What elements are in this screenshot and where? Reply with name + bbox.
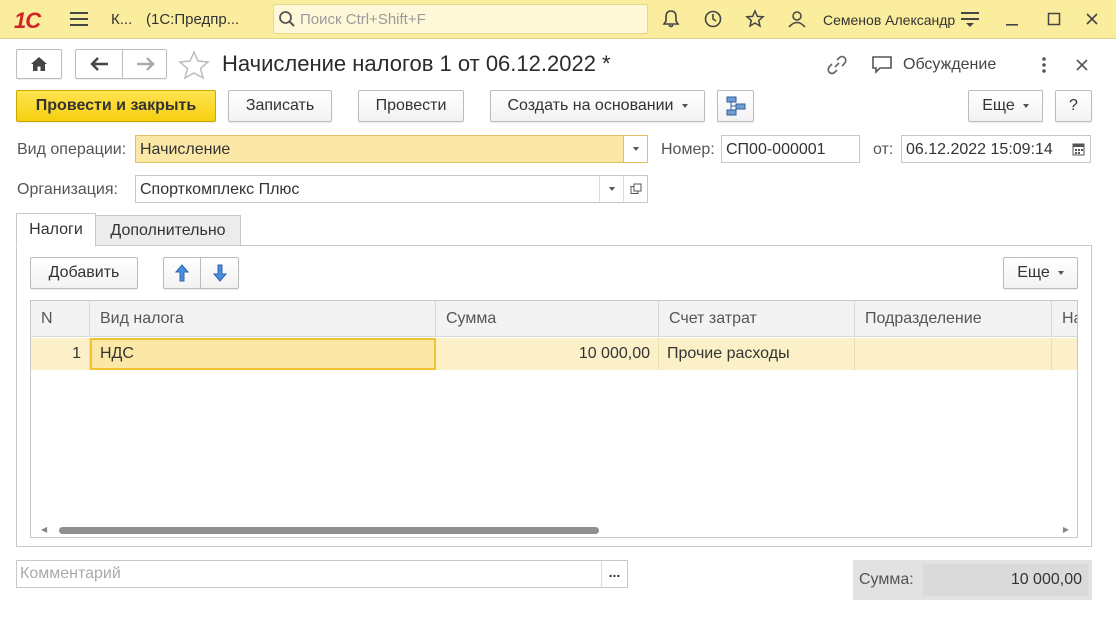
history-icon[interactable] — [701, 7, 725, 31]
scroll-right-icon[interactable]: ▶ — [1063, 525, 1069, 534]
cell-next[interactable] — [1052, 338, 1077, 370]
organization-label: Организация: — [17, 181, 118, 198]
scroll-left-icon[interactable]: ◀ — [41, 525, 47, 534]
close-form-icon[interactable] — [1076, 58, 1088, 76]
arrow-right-icon — [136, 57, 155, 71]
search-icon — [279, 11, 295, 27]
discussion-link[interactable]: Обсуждение — [903, 56, 996, 74]
column-header-account[interactable]: Счет затрат — [659, 301, 855, 337]
search-input[interactable]: Поиск Ctrl+Shift+F — [273, 4, 648, 34]
move-up-button[interactable] — [163, 257, 201, 289]
tab-additional[interactable]: Дополнительно — [95, 215, 241, 246]
scrollbar-thumb[interactable] — [59, 527, 599, 534]
table-row[interactable]: 1 НДС 10 000,00 Прочие расходы — [31, 338, 1077, 370]
column-header-n[interactable]: N — [31, 301, 90, 337]
structure-button[interactable] — [717, 90, 754, 122]
post-button[interactable]: Провести — [358, 90, 464, 122]
save-button[interactable]: Записать — [228, 90, 332, 122]
operation-label: Вид операции: — [17, 141, 127, 158]
more-button[interactable]: Еще — [968, 90, 1043, 122]
tab-taxes[interactable]: Налоги — [16, 213, 96, 247]
total-sum-box: Сумма: 10 000,00 — [853, 560, 1092, 600]
cell-sum[interactable]: 10 000,00 — [436, 338, 659, 370]
date-field[interactable]: 06.12.2022 15:09:14 — [901, 135, 1091, 163]
back-button[interactable] — [75, 49, 123, 79]
chevron-down-icon — [681, 104, 688, 108]
move-down-button[interactable] — [200, 257, 239, 289]
more-vertical-icon[interactable] — [1040, 56, 1048, 79]
calendar-icon[interactable] — [1072, 142, 1085, 161]
top-bar: 1С К... (1С:Предпр... Поиск Ctrl+Shift+F… — [0, 0, 1116, 39]
number-value: СП00-000001 — [726, 141, 826, 158]
cell-department[interactable] — [855, 338, 1052, 370]
organization-value: Спорткомплекс Плюс — [140, 181, 300, 198]
cell-account[interactable]: Прочие расходы — [659, 338, 855, 370]
create-based-on-label: Создать на основании — [507, 97, 674, 114]
create-based-on-button[interactable]: Создать на основании — [490, 90, 705, 122]
comment-more-button[interactable]: ... — [601, 561, 627, 587]
operation-value: Начисление — [140, 141, 231, 158]
home-button[interactable] — [16, 49, 62, 79]
1c-logo: 1С — [14, 8, 41, 33]
user-name[interactable]: Семенов Александр — [823, 12, 955, 28]
home-icon — [31, 57, 47, 71]
close-window-icon[interactable] — [1080, 7, 1104, 31]
maximize-icon[interactable] — [1042, 7, 1066, 31]
number-field[interactable]: СП00-000001 — [721, 135, 860, 163]
post-and-close-button[interactable]: Провести и закрыть — [16, 90, 216, 122]
comment-placeholder: Комментарий — [20, 565, 121, 582]
organization-select[interactable]: Спорткомплекс Плюс — [135, 175, 648, 203]
more-label: Еще — [982, 97, 1015, 114]
total-sum-value: 10 000,00 — [1010, 571, 1082, 588]
chevron-down-icon[interactable] — [599, 176, 623, 202]
users-icon[interactable] — [785, 7, 809, 31]
column-header-department[interactable]: Подразделение — [855, 301, 1052, 337]
table-more-label: Еще — [1017, 264, 1050, 281]
column-header-next[interactable]: На — [1052, 301, 1077, 337]
bell-icon[interactable] — [659, 7, 683, 31]
settings-icon[interactable] — [958, 7, 982, 31]
number-label: Номер: — [661, 141, 715, 158]
cell-n[interactable]: 1 — [31, 338, 90, 370]
link-icon[interactable] — [826, 54, 848, 81]
date-label: от: — [873, 141, 894, 158]
comment-field[interactable]: Комментарий ... — [16, 560, 628, 588]
chevron-down-icon — [1057, 271, 1064, 275]
discussion-icon[interactable] — [871, 55, 893, 80]
horizontal-scrollbar[interactable]: ◀ ▶ — [31, 521, 1077, 537]
page-title: Начисление налогов 1 от 06.12.2022 * — [222, 51, 611, 76]
app-title: (1С:Предпр... — [146, 11, 240, 28]
table-more-button[interactable]: Еще — [1003, 257, 1078, 289]
chevron-down-icon — [1022, 104, 1029, 108]
table-header: N Вид налога Сумма Счет затрат Подраздел… — [31, 301, 1077, 337]
taxes-table[interactable]: N Вид налога Сумма Счет затрат Подраздел… — [30, 300, 1078, 538]
open-icon[interactable] — [623, 176, 647, 202]
arrow-left-icon — [89, 57, 108, 71]
favorite-star-icon[interactable] — [178, 50, 210, 85]
search-placeholder: Поиск Ctrl+Shift+F — [300, 11, 426, 28]
cell-tax-type[interactable]: НДС — [90, 338, 436, 370]
total-sum-label: Сумма: — [859, 571, 914, 588]
date-value: 06.12.2022 15:09:14 — [906, 141, 1053, 158]
operation-select[interactable]: Начисление — [135, 135, 648, 163]
arrow-down-icon — [212, 264, 227, 282]
hierarchy-icon — [726, 96, 745, 116]
forward-button[interactable] — [122, 49, 167, 79]
minimize-icon[interactable] — [1000, 7, 1024, 31]
add-row-button[interactable]: Добавить — [30, 257, 138, 289]
help-button[interactable]: ? — [1055, 90, 1092, 122]
column-header-tax-type[interactable]: Вид налога — [90, 301, 436, 337]
column-header-sum[interactable]: Сумма — [436, 301, 659, 337]
menu-icon[interactable] — [67, 7, 91, 31]
app-short-title: К... — [111, 11, 133, 28]
arrow-up-icon — [175, 264, 189, 282]
chevron-down-icon[interactable] — [623, 136, 647, 162]
star-icon[interactable] — [743, 7, 767, 31]
